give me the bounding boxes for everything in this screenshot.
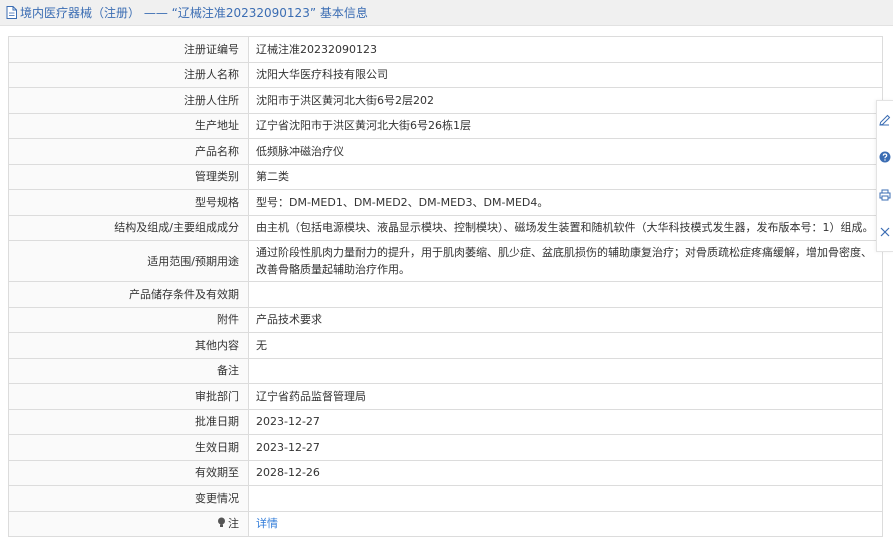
row-label: 注 [8,510,249,537]
table-row: 注册人住所 沈阳市于洪区黄河北大街6号2层202 [8,87,883,114]
help-icon [879,151,891,163]
row-label: 产品名称 [8,138,249,165]
table-row: 批准日期 2023-12-27 [8,408,883,435]
edit-icon [879,114,891,126]
table-row: 结构及组成/主要组成成分 由主机（包括电源模块、液晶显示模块、控制模块）、磁场发生… [8,214,883,241]
side-toolbar [876,100,893,252]
detail-table: 注册证编号 辽械注准20232090123 注册人名称 沈阳大华医疗科技有限公司 注… [8,36,883,537]
row-label: 注册证编号 [8,36,249,63]
table-row: 生效日期 2023-12-27 [8,434,883,461]
row-label: 审批部门 [8,383,249,410]
row-value: 沈阳市于洪区黄河北大街6号2层202 [248,87,883,114]
row-label: 产品储存条件及有效期 [8,281,249,308]
row-value: 型号：DM-MED1、DM-MED2、DM-MED3、DM-MED4。 [248,189,883,216]
help-button[interactable] [878,150,892,164]
row-value [248,485,883,512]
row-label: 变更情况 [8,485,249,512]
table-row: 其他内容无 [8,332,883,359]
row-label: 管理类别 [8,163,249,190]
table-row: 适用范围/预期用途 通过阶段性肌肉力量耐力的提升，用于肌肉萎缩、肌少症、盆底肌损伤… [8,240,883,282]
row-value: 低频脉冲磁治疗仪 [248,138,883,165]
row-value [248,281,883,308]
edit-button[interactable] [878,113,892,127]
row-label: 结构及组成/主要组成成分 [8,214,249,241]
table-row: 注册人名称 沈阳大华医疗科技有限公司 [8,61,883,88]
row-value: 无 [248,332,883,359]
table-row: 型号规格 型号：DM-MED1、DM-MED2、DM-MED3、DM-MED4。 [8,189,883,216]
page-header: 境内医疗器械（注册） —— “辽械注准20232090123” 基本信息 [0,0,893,26]
table-row: 附件 产品技术要求 [8,306,883,333]
note-label: 注 [228,517,239,531]
row-value: 2028-12-26 [248,459,883,486]
row-value: 辽宁省药品监督管理局 [248,383,883,410]
table-row: 变更情况 [8,485,883,512]
print-icon [879,189,891,201]
row-value: 通过阶段性肌肉力量耐力的提升，用于肌肉萎缩、肌少症、盆底肌损伤的辅助康复治疗；对… [248,240,883,282]
close-icon [880,227,890,237]
print-button[interactable] [878,188,892,202]
row-label: 有效期至 [8,459,249,486]
row-value [248,357,883,384]
close-button[interactable] [878,225,892,239]
row-label: 其他内容 [8,332,249,359]
row-value: 辽械注准20232090123 [248,36,883,63]
table-row: 产品名称 低频脉冲磁治疗仪 [8,138,883,165]
row-value: 第二类 [248,163,883,190]
row-label: 批准日期 [8,408,249,435]
page-title: 境内医疗器械（注册） —— “辽械注准20232090123” 基本信息 [20,6,368,20]
table-row: 有效期至 2028-12-26 [8,459,883,486]
row-value: 辽宁省沈阳市于洪区黄河北大街6号26栋1层 [248,112,883,139]
document-icon [6,6,17,19]
table-row: 管理类别 第二类 [8,163,883,190]
row-label: 附件 [8,306,249,333]
row-value: 2023-12-27 [248,434,883,461]
table-row: 产品储存条件及有效期 [8,281,883,308]
row-value: 2023-12-27 [248,408,883,435]
row-label: 适用范围/预期用途 [8,240,249,282]
lightbulb-icon [218,517,225,528]
table-row: 生产地址 辽宁省沈阳市于洪区黄河北大街6号26栋1层 [8,112,883,139]
row-label: 生产地址 [8,112,249,139]
row-label: 生效日期 [8,434,249,461]
row-label: 备注 [8,357,249,384]
row-label: 注册人名称 [8,61,249,88]
details-link[interactable]: 详情 [256,517,278,530]
row-value: 产品技术要求 [248,306,883,333]
row-value: 由主机（包括电源模块、液晶显示模块、控制模块）、磁场发生装置和随机软件（大华科技… [248,214,883,241]
row-value: 详情 [248,510,883,537]
table-row: 注 详情 [8,510,883,537]
table-row: 审批部门 辽宁省药品监督管理局 [8,383,883,410]
row-label: 型号规格 [8,189,249,216]
row-value: 沈阳大华医疗科技有限公司 [248,61,883,88]
table-row: 注册证编号 辽械注准20232090123 [8,36,883,63]
row-label: 注册人住所 [8,87,249,114]
table-row: 备注 [8,357,883,384]
